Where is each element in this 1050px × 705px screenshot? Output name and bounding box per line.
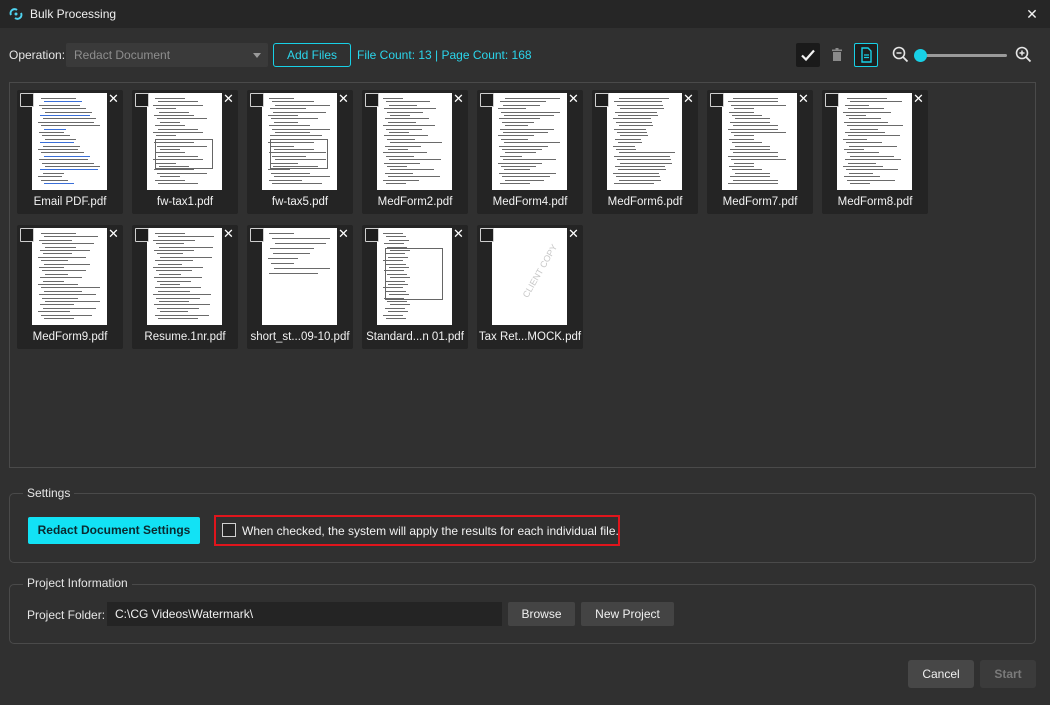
file-thumbnail[interactable]: ✕ short_st...09-10.pdf <box>247 225 353 349</box>
settings-legend: Settings <box>23 486 75 500</box>
file-select-checkbox[interactable] <box>480 93 494 107</box>
page-preview <box>262 228 337 325</box>
file-name: fw-tax1.pdf <box>156 196 214 208</box>
checkmark-icon <box>801 49 815 62</box>
file-thumbnail[interactable]: ✕ MedForm4.pdf <box>477 90 583 214</box>
remove-file-icon[interactable]: ✕ <box>451 91 466 106</box>
remove-file-icon[interactable]: ✕ <box>451 226 466 241</box>
file-select-checkbox[interactable] <box>825 93 839 107</box>
title-bar: Bulk Processing ✕ <box>0 0 1050 28</box>
remove-file-icon[interactable]: ✕ <box>566 91 581 106</box>
page-preview <box>837 93 912 190</box>
file-name: Tax Ret...MOCK.pdf <box>478 331 582 343</box>
operation-label: Operation: <box>9 48 66 62</box>
file-view-button[interactable] <box>854 43 878 67</box>
file-thumbnail-grid: ✕ Email PDF.pdf ✕ fw-tax1.pdf ✕ fw-tax5.pdf ✕ M… <box>9 82 1036 468</box>
trash-icon <box>832 48 842 61</box>
page-preview <box>32 228 107 325</box>
page-preview <box>492 93 567 190</box>
file-thumbnail[interactable]: ✕ MedForm7.pdf <box>707 90 813 214</box>
apply-individual-label: When checked, the system will apply the … <box>242 524 619 538</box>
file-name: MedForm4.pdf <box>492 196 568 208</box>
page-preview <box>147 228 222 325</box>
file-name: fw-tax5.pdf <box>271 196 329 208</box>
remove-file-icon[interactable]: ✕ <box>336 226 351 241</box>
file-thumbnail[interactable]: ✕ MedForm9.pdf <box>17 225 123 349</box>
zoom-in-icon[interactable] <box>1015 46 1032 63</box>
file-select-checkbox[interactable] <box>250 93 264 107</box>
file-select-checkbox[interactable] <box>20 93 34 107</box>
file-name: Standard...n 01.pdf <box>366 331 464 343</box>
file-select-checkbox[interactable] <box>365 93 379 107</box>
file-name: short_st...09-10.pdf <box>250 331 350 343</box>
file-name: MedForm8.pdf <box>837 196 913 208</box>
remove-file-icon[interactable]: ✕ <box>681 91 696 106</box>
start-button[interactable]: Start <box>980 660 1036 688</box>
app-logo-icon <box>9 8 23 20</box>
file-thumbnail[interactable]: ✕ MedForm6.pdf <box>592 90 698 214</box>
project-folder-label: Project Folder: <box>27 608 106 622</box>
apply-individual-checkbox[interactable] <box>222 523 236 537</box>
page-preview <box>377 228 452 325</box>
file-thumbnail[interactable]: CLIENT COPY ✕ Tax Ret...MOCK.pdf <box>477 225 583 349</box>
document-icon <box>861 47 872 63</box>
project-folder-input[interactable]: C:\CG Videos\Watermark\ <box>107 602 502 626</box>
remove-file-icon[interactable]: ✕ <box>336 91 351 106</box>
remove-file-icon[interactable]: ✕ <box>106 226 121 241</box>
browse-button[interactable]: Browse <box>508 602 575 626</box>
cancel-button[interactable]: Cancel <box>908 660 974 688</box>
file-select-checkbox[interactable] <box>135 93 149 107</box>
new-project-button[interactable]: New Project <box>581 602 674 626</box>
zoom-out-icon[interactable] <box>892 46 909 63</box>
zoom-slider-thumb[interactable] <box>913 49 927 62</box>
page-preview: CLIENT COPY <box>492 228 567 325</box>
file-thumbnail[interactable]: ✕ fw-tax5.pdf <box>247 90 353 214</box>
add-files-button[interactable]: Add Files <box>273 43 351 67</box>
operation-select[interactable]: Redact Document <box>66 43 268 67</box>
zoom-slider[interactable] <box>913 49 1007 62</box>
page-preview <box>32 93 107 190</box>
file-select-checkbox[interactable] <box>710 93 724 107</box>
page-preview <box>722 93 797 190</box>
remove-file-icon[interactable]: ✕ <box>221 226 236 241</box>
file-thumbnail[interactable]: ✕ Resume.1nr.pdf <box>132 225 238 349</box>
watermark-text: CLIENT COPY <box>520 242 560 300</box>
file-select-checkbox[interactable] <box>480 228 494 242</box>
remove-file-icon[interactable]: ✕ <box>796 91 811 106</box>
file-name: MedForm2.pdf <box>377 196 453 208</box>
file-select-checkbox[interactable] <box>595 93 609 107</box>
file-thumbnail[interactable]: ✕ MedForm2.pdf <box>362 90 468 214</box>
remove-file-icon[interactable]: ✕ <box>106 91 121 106</box>
select-all-button[interactable] <box>796 43 820 67</box>
file-select-checkbox[interactable] <box>250 228 264 242</box>
file-select-checkbox[interactable] <box>20 228 34 242</box>
file-thumbnail[interactable]: ✕ fw-tax1.pdf <box>132 90 238 214</box>
remove-file-icon[interactable]: ✕ <box>221 91 236 106</box>
remove-file-icon[interactable]: ✕ <box>566 226 581 241</box>
chevron-down-icon <box>253 53 261 58</box>
file-select-checkbox[interactable] <box>365 228 379 242</box>
file-select-checkbox[interactable] <box>135 228 149 242</box>
file-name: MedForm9.pdf <box>32 331 108 343</box>
file-name: Email PDF.pdf <box>33 196 107 208</box>
redact-document-settings-button[interactable]: Redact Document Settings <box>28 517 200 544</box>
operation-select-value: Redact Document <box>74 48 171 62</box>
window-title: Bulk Processing <box>30 7 117 21</box>
remove-file-icon[interactable]: ✕ <box>911 91 926 106</box>
file-thumbnail[interactable]: ✕ MedForm8.pdf <box>822 90 928 214</box>
file-name: Resume.1nr.pdf <box>144 331 226 343</box>
file-name: MedForm6.pdf <box>607 196 683 208</box>
file-thumbnail[interactable]: ✕ Email PDF.pdf <box>17 90 123 214</box>
file-page-count: File Count: 13 | Page Count: 168 <box>357 48 532 62</box>
delete-button[interactable] <box>825 43 849 67</box>
project-information-legend: Project Information <box>23 576 132 590</box>
file-thumbnail[interactable]: ✕ Standard...n 01.pdf <box>362 225 468 349</box>
file-name: MedForm7.pdf <box>722 196 798 208</box>
close-icon[interactable]: ✕ <box>1022 4 1042 24</box>
page-preview <box>147 93 222 190</box>
page-preview <box>607 93 682 190</box>
page-preview <box>262 93 337 190</box>
page-preview <box>377 93 452 190</box>
